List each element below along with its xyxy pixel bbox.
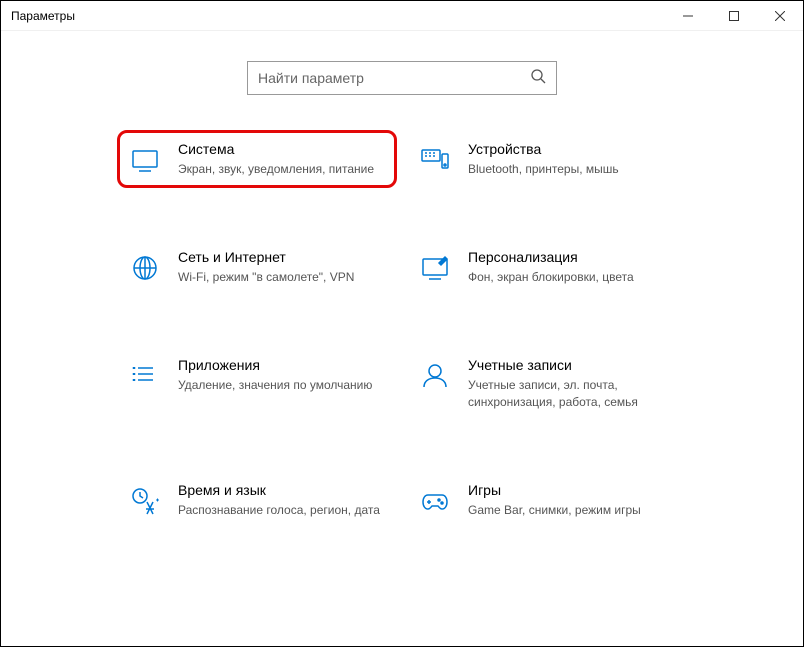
tile-system[interactable]: Система Экран, звук, уведомления, питани… — [117, 130, 397, 188]
tile-desc: Wi-Fi, режим "в самолете", VPN — [178, 269, 386, 285]
content-area: Система Экран, звук, уведомления, питани… — [1, 31, 803, 646]
tile-time-language[interactable]: Время и язык Распознавание голоса, регио… — [122, 476, 392, 524]
search-icon — [530, 68, 546, 89]
tile-title: Игры — [468, 482, 676, 498]
tile-desc: Учетные записи, эл. почта, синхронизация… — [468, 377, 676, 409]
titlebar: Параметры — [1, 1, 803, 31]
tile-accounts[interactable]: Учетные записи Учетные записи, эл. почта… — [412, 351, 682, 415]
tile-desc: Удаление, значения по умолчанию — [178, 377, 386, 393]
tile-network[interactable]: Сеть и Интернет Wi-Fi, режим "в самолете… — [122, 243, 392, 291]
tile-apps[interactable]: Приложения Удаление, значения по умолчан… — [122, 351, 392, 415]
search-input[interactable] — [258, 70, 530, 86]
network-icon — [128, 251, 162, 285]
tile-title: Приложения — [178, 357, 386, 373]
tile-title: Система — [178, 141, 386, 157]
tile-desc: Game Bar, снимки, режим игры — [468, 502, 676, 518]
window-controls — [665, 1, 803, 31]
tile-title: Сеть и Интернет — [178, 249, 386, 265]
tile-title: Персонализация — [468, 249, 676, 265]
accounts-icon — [418, 359, 452, 393]
tile-desc: Фон, экран блокировки, цвета — [468, 269, 676, 285]
close-button[interactable] — [757, 1, 803, 31]
tiles-grid: Система Экран, звук, уведомления, питани… — [82, 135, 722, 524]
tile-personalization[interactable]: Персонализация Фон, экран блокировки, цв… — [412, 243, 682, 291]
tile-title: Учетные записи — [468, 357, 676, 373]
tile-desc: Bluetooth, принтеры, мышь — [468, 161, 676, 177]
tile-title: Время и язык — [178, 482, 386, 498]
minimize-button[interactable] — [665, 1, 711, 31]
apps-icon — [128, 359, 162, 393]
tile-title: Устройства — [468, 141, 676, 157]
gaming-icon — [418, 484, 452, 518]
time-language-icon — [128, 484, 162, 518]
search-box[interactable] — [247, 61, 557, 95]
personalization-icon — [418, 251, 452, 285]
devices-icon — [418, 143, 452, 177]
system-icon — [128, 143, 162, 177]
window-title: Параметры — [11, 9, 75, 23]
tile-gaming[interactable]: Игры Game Bar, снимки, режим игры — [412, 476, 682, 524]
maximize-button[interactable] — [711, 1, 757, 31]
tile-devices[interactable]: Устройства Bluetooth, принтеры, мышь — [412, 135, 682, 183]
tile-desc: Распознавание голоса, регион, дата — [178, 502, 386, 518]
settings-window: Параметры Си — [0, 0, 804, 647]
tile-desc: Экран, звук, уведомления, питание — [178, 161, 386, 177]
